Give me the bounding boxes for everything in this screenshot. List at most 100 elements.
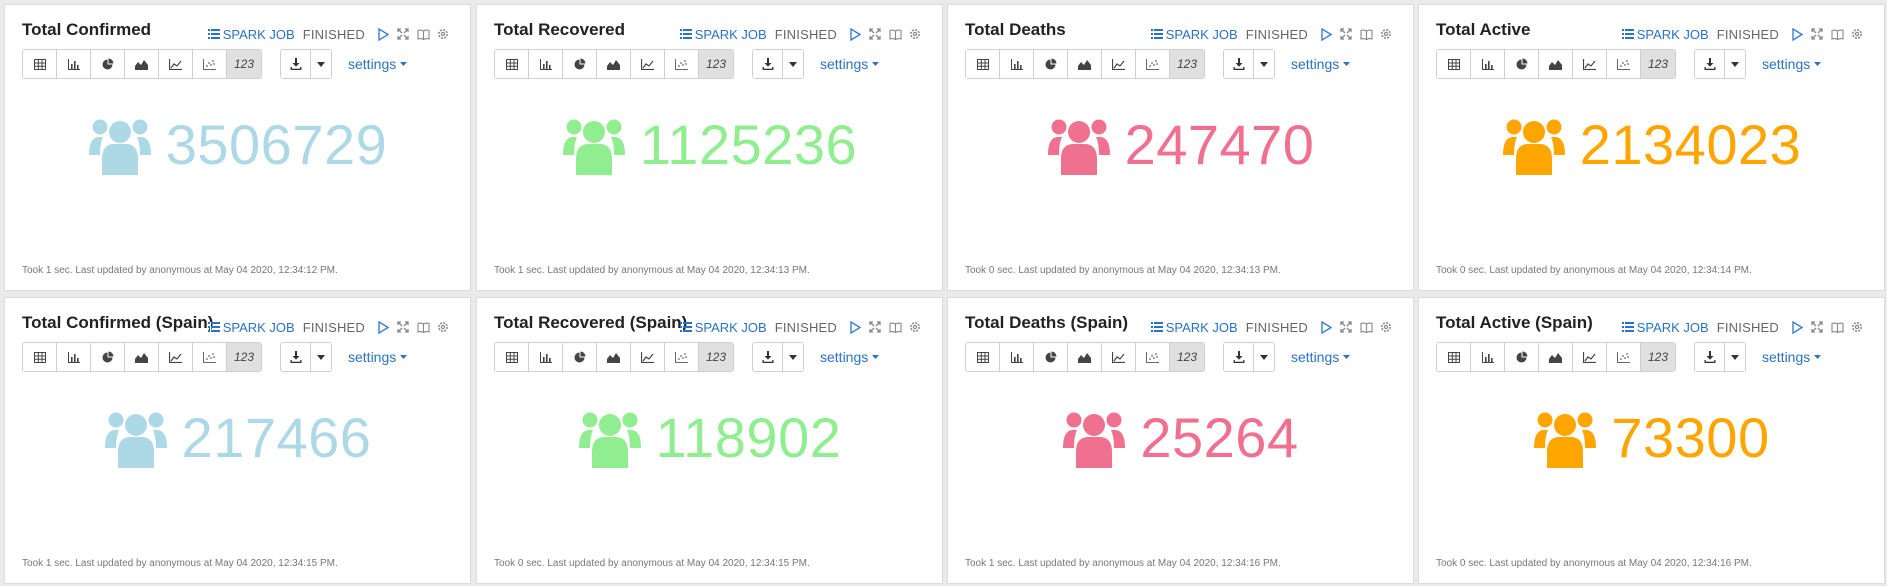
spark-job-link[interactable]: SPARK JOB bbox=[1621, 320, 1709, 335]
expand-icon[interactable] bbox=[393, 319, 413, 335]
download-button[interactable] bbox=[281, 50, 311, 78]
bar-chart-button[interactable] bbox=[529, 50, 563, 78]
gear-icon[interactable] bbox=[905, 26, 925, 42]
number-view-button[interactable]: 123 bbox=[1170, 50, 1204, 78]
scatter-chart-button[interactable] bbox=[665, 50, 699, 78]
bar-chart-button[interactable] bbox=[1471, 343, 1505, 371]
scatter-chart-button[interactable] bbox=[1136, 343, 1170, 371]
gear-icon[interactable] bbox=[433, 319, 453, 335]
pie-chart-button[interactable] bbox=[563, 50, 597, 78]
line-chart-button[interactable] bbox=[1102, 343, 1136, 371]
spark-job-link[interactable]: SPARK JOB bbox=[679, 27, 767, 42]
scatter-chart-button[interactable] bbox=[1607, 50, 1641, 78]
line-chart-button[interactable] bbox=[1573, 50, 1607, 78]
run-play-icon[interactable] bbox=[845, 26, 865, 42]
download-button[interactable] bbox=[281, 343, 311, 371]
download-dropdown-button[interactable] bbox=[783, 343, 803, 371]
expand-icon[interactable] bbox=[1336, 319, 1356, 335]
line-chart-button[interactable] bbox=[1102, 50, 1136, 78]
run-play-icon[interactable] bbox=[373, 26, 393, 42]
gear-icon[interactable] bbox=[1847, 26, 1867, 42]
line-chart-button[interactable] bbox=[159, 50, 193, 78]
download-button[interactable] bbox=[1695, 50, 1725, 78]
settings-dropdown[interactable]: settings bbox=[820, 56, 880, 72]
area-chart-button[interactable] bbox=[1539, 343, 1573, 371]
download-dropdown-button[interactable] bbox=[1725, 343, 1745, 371]
download-button[interactable] bbox=[1224, 343, 1254, 371]
download-dropdown-button[interactable] bbox=[783, 50, 803, 78]
book-icon[interactable] bbox=[1356, 26, 1376, 42]
spark-job-link[interactable]: SPARK JOB bbox=[207, 320, 295, 335]
book-icon[interactable] bbox=[413, 26, 433, 42]
table-view-button[interactable] bbox=[23, 50, 57, 78]
area-chart-button[interactable] bbox=[1539, 50, 1573, 78]
number-view-button[interactable]: 123 bbox=[1641, 50, 1675, 78]
download-dropdown-button[interactable] bbox=[1254, 343, 1274, 371]
bar-chart-button[interactable] bbox=[57, 343, 91, 371]
book-icon[interactable] bbox=[885, 26, 905, 42]
line-chart-button[interactable] bbox=[631, 343, 665, 371]
scatter-chart-button[interactable] bbox=[1607, 343, 1641, 371]
bar-chart-button[interactable] bbox=[1471, 50, 1505, 78]
number-view-button[interactable]: 123 bbox=[227, 343, 261, 371]
run-play-icon[interactable] bbox=[1787, 319, 1807, 335]
bar-chart-button[interactable] bbox=[529, 343, 563, 371]
book-icon[interactable] bbox=[413, 319, 433, 335]
book-icon[interactable] bbox=[885, 319, 905, 335]
expand-icon[interactable] bbox=[1807, 26, 1827, 42]
book-icon[interactable] bbox=[1827, 319, 1847, 335]
pie-chart-button[interactable] bbox=[91, 343, 125, 371]
gear-icon[interactable] bbox=[1376, 26, 1396, 42]
scatter-chart-button[interactable] bbox=[193, 343, 227, 371]
expand-icon[interactable] bbox=[865, 26, 885, 42]
download-dropdown-button[interactable] bbox=[311, 50, 331, 78]
expand-icon[interactable] bbox=[865, 319, 885, 335]
pie-chart-button[interactable] bbox=[1034, 50, 1068, 78]
run-play-icon[interactable] bbox=[1316, 26, 1336, 42]
download-button[interactable] bbox=[753, 50, 783, 78]
gear-icon[interactable] bbox=[905, 319, 925, 335]
settings-dropdown[interactable]: settings bbox=[348, 56, 408, 72]
run-play-icon[interactable] bbox=[1787, 26, 1807, 42]
table-view-button[interactable] bbox=[966, 50, 1000, 78]
pie-chart-button[interactable] bbox=[1034, 343, 1068, 371]
area-chart-button[interactable] bbox=[1068, 343, 1102, 371]
download-dropdown-button[interactable] bbox=[1254, 50, 1274, 78]
table-view-button[interactable] bbox=[495, 50, 529, 78]
spark-job-link[interactable]: SPARK JOB bbox=[679, 320, 767, 335]
area-chart-button[interactable] bbox=[597, 50, 631, 78]
settings-dropdown[interactable]: settings bbox=[1762, 56, 1822, 72]
table-view-button[interactable] bbox=[23, 343, 57, 371]
scatter-chart-button[interactable] bbox=[665, 343, 699, 371]
scatter-chart-button[interactable] bbox=[193, 50, 227, 78]
gear-icon[interactable] bbox=[1376, 319, 1396, 335]
area-chart-button[interactable] bbox=[125, 50, 159, 78]
settings-dropdown[interactable]: settings bbox=[820, 349, 880, 365]
settings-dropdown[interactable]: settings bbox=[1291, 349, 1351, 365]
area-chart-button[interactable] bbox=[125, 343, 159, 371]
pie-chart-button[interactable] bbox=[1505, 50, 1539, 78]
run-play-icon[interactable] bbox=[373, 319, 393, 335]
line-chart-button[interactable] bbox=[1573, 343, 1607, 371]
spark-job-link[interactable]: SPARK JOB bbox=[207, 27, 295, 42]
run-play-icon[interactable] bbox=[1316, 319, 1336, 335]
gear-icon[interactable] bbox=[433, 26, 453, 42]
pie-chart-button[interactable] bbox=[1505, 343, 1539, 371]
download-button[interactable] bbox=[1695, 343, 1725, 371]
expand-icon[interactable] bbox=[1807, 319, 1827, 335]
download-dropdown-button[interactable] bbox=[311, 343, 331, 371]
settings-dropdown[interactable]: settings bbox=[1762, 349, 1822, 365]
spark-job-link[interactable]: SPARK JOB bbox=[1150, 27, 1238, 42]
bar-chart-button[interactable] bbox=[1000, 343, 1034, 371]
spark-job-link[interactable]: SPARK JOB bbox=[1621, 27, 1709, 42]
line-chart-button[interactable] bbox=[631, 50, 665, 78]
gear-icon[interactable] bbox=[1847, 319, 1867, 335]
run-play-icon[interactable] bbox=[845, 319, 865, 335]
pie-chart-button[interactable] bbox=[563, 343, 597, 371]
expand-icon[interactable] bbox=[1336, 26, 1356, 42]
number-view-button[interactable]: 123 bbox=[699, 50, 733, 78]
download-button[interactable] bbox=[1224, 50, 1254, 78]
number-view-button[interactable]: 123 bbox=[1641, 343, 1675, 371]
download-dropdown-button[interactable] bbox=[1725, 50, 1745, 78]
number-view-button[interactable]: 123 bbox=[1170, 343, 1204, 371]
